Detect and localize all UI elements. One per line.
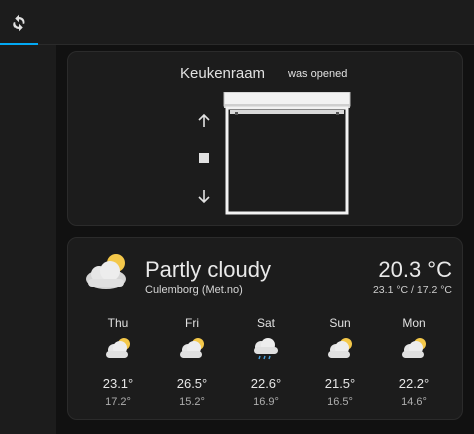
partly-cloudy-icon xyxy=(328,338,352,358)
forecast-day: Thu 23.1° 17.2° xyxy=(88,316,148,408)
tab-refresh[interactable] xyxy=(0,0,38,45)
forecast-high: 26.5° xyxy=(176,376,208,391)
cover-state: was opened xyxy=(288,68,348,80)
forecast-day-name: Sat xyxy=(256,316,275,330)
side-rail xyxy=(0,45,56,434)
forecast-high: 23.1° xyxy=(102,376,134,391)
cover-name[interactable]: Keukenraam xyxy=(180,65,265,82)
forecast-day: Mon 22.2° 14.6° xyxy=(384,316,444,408)
refresh-icon xyxy=(13,14,25,31)
forecast-day-name: Mon xyxy=(402,316,426,330)
stop-icon xyxy=(199,153,209,163)
forecast-low: 16.5° xyxy=(327,396,353,408)
weather-card[interactable]: Partly cloudy Culemborg (Met.no) 20.3 °C… xyxy=(67,237,463,420)
close-cover-button[interactable] xyxy=(192,184,216,208)
stop-cover-button[interactable] xyxy=(192,146,216,170)
open-cover-button[interactable] xyxy=(192,109,216,133)
window-open-illustration xyxy=(223,92,351,215)
partly-cloudy-icon xyxy=(180,338,204,358)
forecast-high: 21.5° xyxy=(324,376,356,391)
forecast-low: 15.2° xyxy=(179,396,205,408)
forecast-high: 22.2° xyxy=(398,376,430,391)
rainy-icon xyxy=(254,338,278,360)
forecast-day: Fri 26.5° 15.2° xyxy=(162,316,222,408)
weather-location: Culemborg (Met.no) xyxy=(145,284,243,296)
current-temperature: 20.3 °C xyxy=(378,257,452,282)
forecast-low: 14.6° xyxy=(401,396,427,408)
weather-condition: Partly cloudy xyxy=(145,257,271,282)
forecast-low: 16.9° xyxy=(253,396,279,408)
arrow-up-icon xyxy=(198,113,210,127)
arrow-down-icon xyxy=(198,190,210,204)
partly-cloudy-icon xyxy=(402,338,426,358)
forecast-day: Sat 22.6° 16.9° xyxy=(236,316,296,408)
forecast-low: 17.2° xyxy=(105,396,131,408)
forecast-day-name: Fri xyxy=(185,316,199,330)
partly-cloudy-icon xyxy=(86,254,126,289)
forecast-day: Sun 21.5° 16.5° xyxy=(310,316,370,408)
forecast-day-name: Thu xyxy=(107,316,129,330)
forecast-high: 22.6° xyxy=(250,376,282,391)
partly-cloudy-icon xyxy=(106,338,130,358)
cover-card: Keukenraam was opened xyxy=(67,51,463,226)
forecast-day-name: Sun xyxy=(329,316,351,330)
top-bar xyxy=(0,0,474,45)
temperature-range: 23.1 °C / 17.2 °C xyxy=(372,284,452,296)
